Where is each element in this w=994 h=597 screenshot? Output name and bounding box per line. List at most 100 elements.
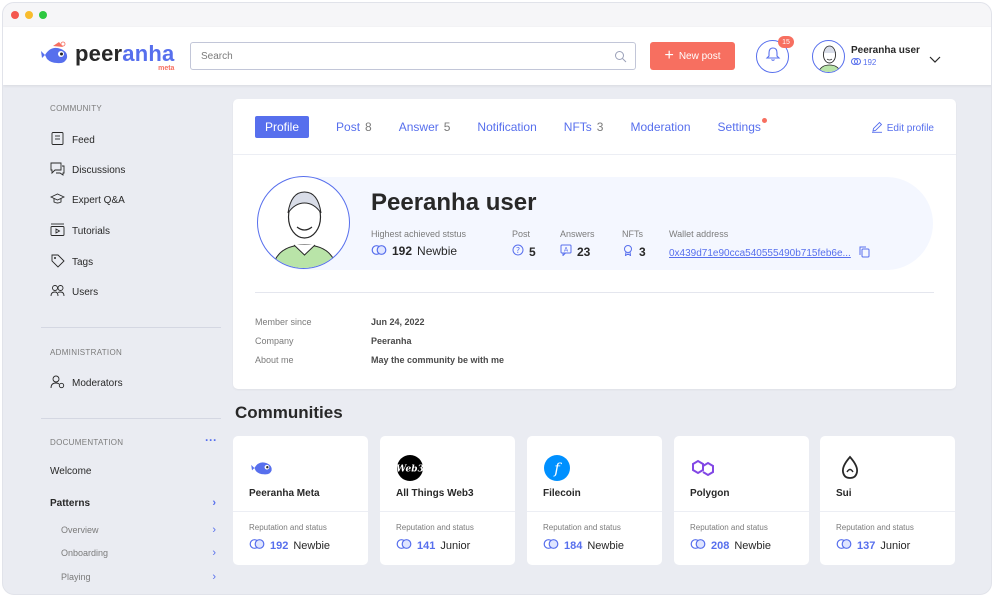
feed-icon	[50, 131, 65, 149]
wallet-address-link[interactable]: 0x439d71e90cca540555490b715feb6e...	[669, 246, 870, 261]
window-titlebar	[3, 3, 991, 27]
tab-post[interactable]: Post 8	[336, 116, 372, 138]
notifications-badge: 15	[778, 36, 794, 48]
user-rating: 192	[851, 58, 876, 67]
about-value: May the community be with me	[371, 355, 505, 365]
tab-nfts[interactable]: NFTs 3	[564, 116, 604, 138]
community-card-filecoin[interactable]: f Filecoin Reputation and status 184 New…	[527, 436, 662, 565]
minimize-window-icon[interactable]	[25, 11, 33, 19]
sui-icon	[836, 454, 864, 482]
sidebar-item-label: Tutorials	[72, 225, 110, 237]
profile-name: Peeranha user	[371, 189, 537, 216]
tab-answer[interactable]: Answer 5	[399, 116, 451, 138]
logo-text-peer: peer	[75, 41, 123, 66]
post-stat-value: ? 5	[512, 244, 536, 259]
community-divider	[380, 511, 515, 512]
peeranha-logo[interactable]: peeranha meta	[41, 41, 174, 74]
community-name: Sui	[836, 488, 852, 499]
answer-icon: A	[560, 244, 572, 259]
sidebar-item-moderators[interactable]: Moderators	[50, 374, 123, 392]
card-divider	[233, 154, 956, 155]
sidebar-item-discussions[interactable]: Discussions	[50, 161, 125, 179]
community-reputation: 192 Newbie	[249, 539, 330, 552]
tab-label: NFTs	[563, 120, 592, 134]
moderators-icon	[50, 374, 65, 392]
status-name: Newbie	[417, 244, 458, 258]
nfts-count: 3	[639, 244, 646, 259]
community-card-peeranha[interactable]: Peeranha Meta Reputation and status 192 …	[233, 436, 368, 565]
sidebar-item-tags[interactable]: Tags	[50, 253, 93, 271]
community-reputation: 141 Junior	[396, 539, 470, 552]
docs-sub-playing[interactable]: Playing ›	[61, 571, 216, 583]
status-value: 192 Newbie	[371, 244, 457, 258]
search-placeholder: Search	[201, 50, 233, 62]
sidebar-item-tutorials[interactable]: Tutorials	[50, 222, 110, 240]
docs-sub-overview[interactable]: Overview ›	[61, 524, 216, 536]
question-icon: ?	[512, 244, 524, 259]
web3-icon: Web3	[396, 454, 424, 482]
community-divider	[233, 511, 368, 512]
community-reputation: 184 Newbie	[543, 539, 624, 552]
sidebar-item-label: Expert Q&A	[72, 194, 125, 206]
docs-sub-onboarding[interactable]: Onboarding ›	[61, 547, 216, 559]
community-status: Newbie	[293, 539, 331, 552]
logo-text-anha: anha	[122, 41, 175, 66]
community-rating: 208	[711, 539, 730, 552]
tab-moderation[interactable]: Moderation	[630, 116, 690, 138]
new-post-button[interactable]: + New post	[650, 42, 735, 70]
svg-text:A: A	[564, 247, 569, 254]
user-name[interactable]: Peeranha user	[851, 45, 920, 56]
tab-label: Moderation	[630, 120, 691, 134]
member-since-label: Member since	[255, 317, 312, 327]
chevron-down-icon[interactable]	[929, 51, 941, 69]
profile-avatar[interactable]	[257, 176, 350, 269]
sidebar-item-users[interactable]: Users	[50, 283, 98, 301]
settings-alert-dot	[761, 118, 767, 123]
rating-icon	[396, 539, 412, 552]
community-rating: 184	[564, 539, 583, 552]
tab-notification[interactable]: Notification	[477, 116, 536, 138]
docs-sub-label: Playing	[61, 572, 91, 582]
plus-icon: +	[664, 47, 674, 64]
docs-item-welcome[interactable]: Welcome	[50, 466, 216, 477]
maximize-window-icon[interactable]	[39, 11, 47, 19]
community-name: Filecoin	[543, 488, 581, 499]
docs-section-title: DOCUMENTATION	[50, 438, 124, 447]
search-input[interactable]: Search	[190, 42, 636, 70]
polygon-icon	[690, 454, 718, 482]
sidebar-item-expert[interactable]: Expert Q&A	[49, 191, 125, 209]
community-rating: 192	[270, 539, 289, 552]
sidebar-item-feed[interactable]: Feed	[50, 131, 95, 149]
admin-section-title: ADMINISTRATION	[50, 348, 123, 357]
tab-profile[interactable]: Profile	[255, 116, 310, 138]
community-name: All Things Web3	[396, 488, 474, 499]
edit-profile-button[interactable]: Edit profile	[871, 121, 934, 136]
community-rating: 137	[857, 539, 876, 552]
filecoin-icon: f	[543, 454, 571, 482]
rating-icon	[836, 539, 852, 552]
search-icon[interactable]	[614, 50, 627, 66]
users-icon	[50, 283, 65, 301]
reputation-label: Reputation and status	[543, 523, 621, 532]
tab-label: Settings	[717, 120, 761, 134]
copy-icon[interactable]	[859, 246, 870, 261]
community-card-sui[interactable]: Sui Reputation and status 137 Junior	[820, 436, 955, 565]
peeranha-fish-icon	[41, 41, 71, 74]
tab-count: 5	[443, 120, 451, 134]
rating-icon	[851, 58, 861, 67]
tag-icon	[50, 253, 65, 271]
docs-item-patterns[interactable]: Patterns ›	[50, 497, 216, 509]
more-icon[interactable]: ···	[205, 433, 217, 447]
close-window-icon[interactable]	[11, 11, 19, 19]
tab-settings[interactable]: Settings	[717, 116, 767, 138]
company-value: Peeranha	[371, 336, 412, 346]
community-card-polygon[interactable]: Polygon Reputation and status 208 Newbie	[674, 436, 809, 565]
chevron-right-icon: ›	[212, 497, 216, 509]
sidebar-item-label: Users	[72, 286, 99, 298]
community-card-web3[interactable]: Web3 All Things Web3 Reputation and stat…	[380, 436, 515, 565]
post-count: 5	[529, 244, 536, 259]
community-divider	[674, 511, 809, 512]
pencil-icon	[871, 121, 883, 136]
browser-window: peeranha meta Search + New post 15 Peera…	[2, 2, 992, 595]
user-avatar[interactable]	[812, 40, 845, 73]
